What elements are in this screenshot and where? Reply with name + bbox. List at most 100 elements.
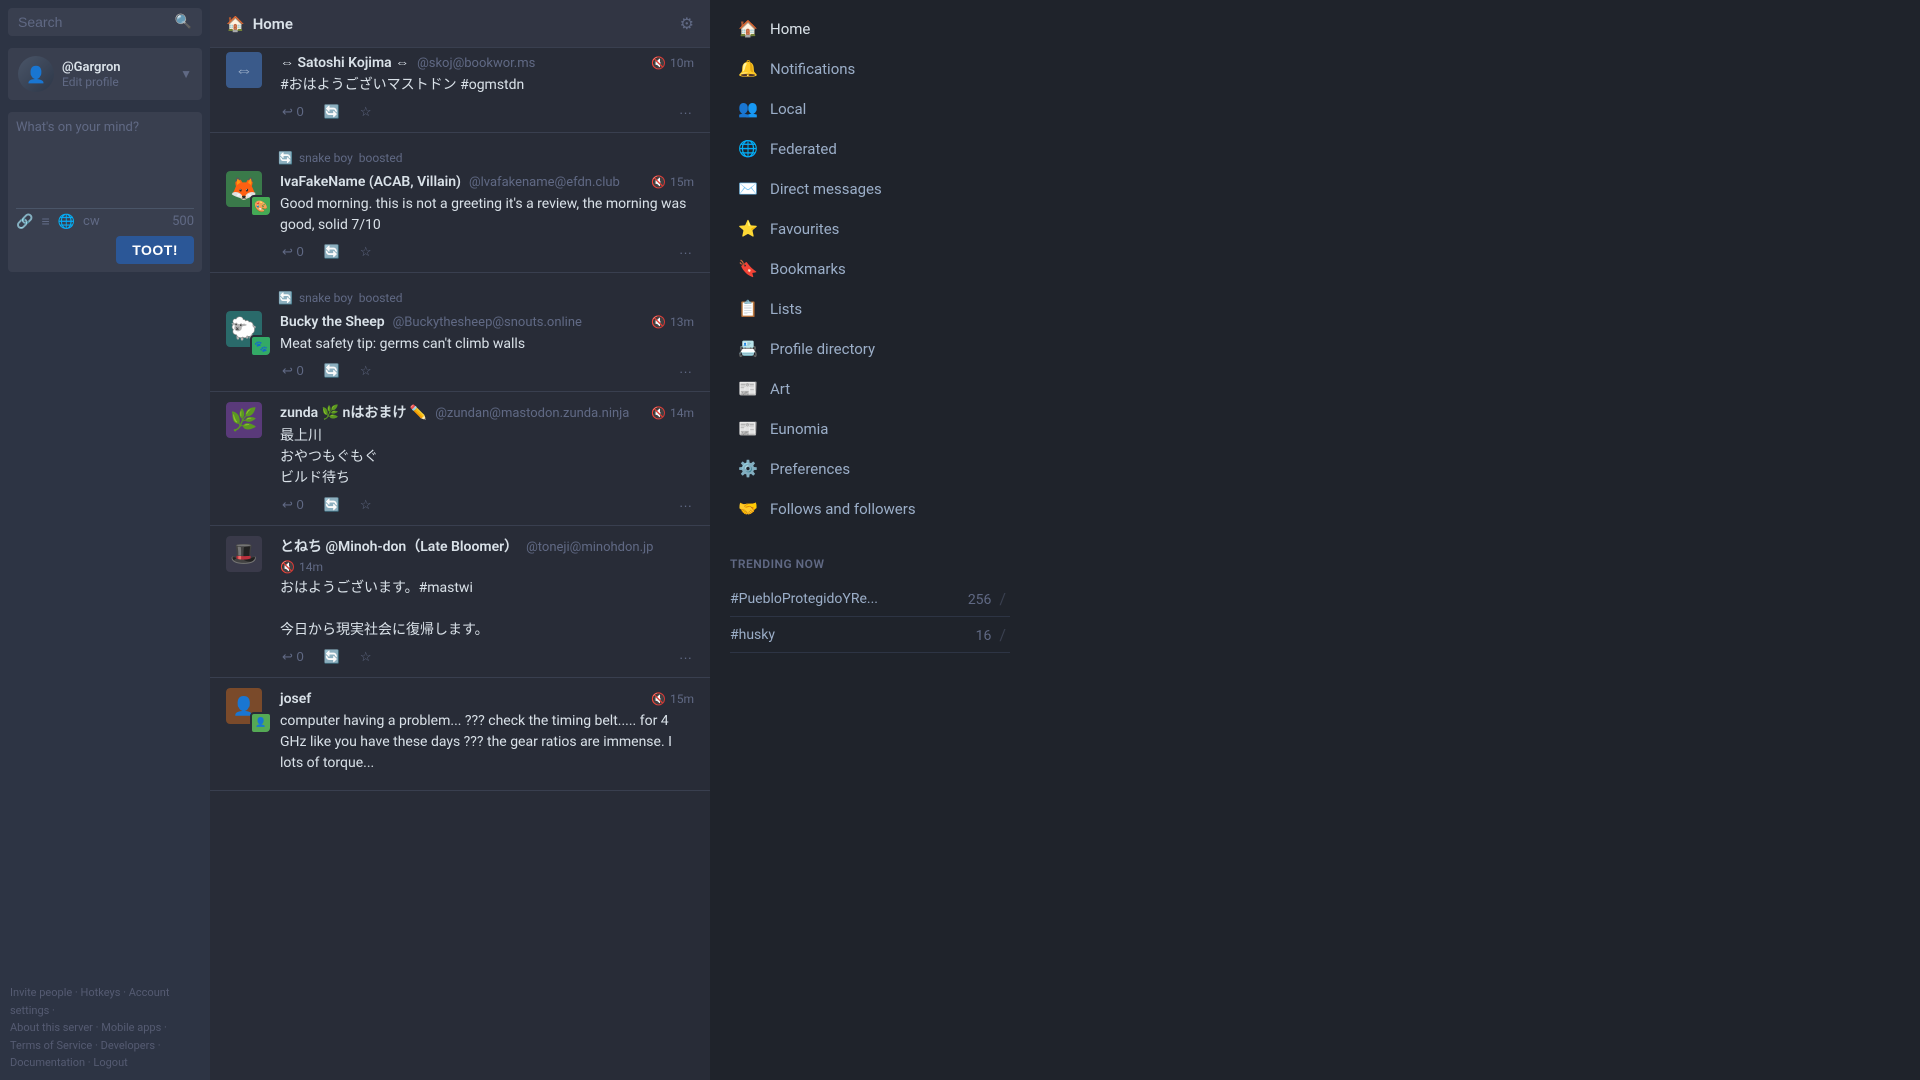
post-5-more[interactable]: ··· xyxy=(677,648,694,667)
post-3-boost[interactable]: 🔄 xyxy=(322,361,342,381)
nav-item-follows-followers[interactable]: 🤝 Follows and followers xyxy=(718,489,1022,528)
post-2-handle: @lvafakename@efdn.club xyxy=(469,175,620,190)
nav-eunomia-label: Eunomia xyxy=(770,420,828,438)
post-3-inner: 🐑 🐾 Bucky the Sheep @Buckythesheep@snout… xyxy=(226,311,694,381)
attachment-icon[interactable]: 🔗 xyxy=(16,214,33,230)
nav-item-profile-directory[interactable]: 📇 Profile directory xyxy=(718,329,1022,368)
avatar-image: 👤 xyxy=(18,56,54,92)
post-5-reply[interactable]: ↩ 0 xyxy=(280,647,306,667)
post-3-reply[interactable]: ↩ 0 xyxy=(280,361,306,381)
account-section[interactable]: 👤 @Gargron Edit profile ▼ xyxy=(8,48,202,100)
feed-header: 🏠 Home ⚙ xyxy=(210,0,710,48)
nav-item-favourites[interactable]: ⭐ Favourites xyxy=(718,209,1022,248)
post-3-boost-icon: 🔄 xyxy=(278,291,293,305)
post-5-fav[interactable]: ☆ xyxy=(358,647,374,667)
footer-hotkeys[interactable]: Hotkeys xyxy=(81,986,121,999)
post-1-fav[interactable]: ☆ xyxy=(358,102,374,122)
nav-item-eunomia[interactable]: 📰 Eunomia xyxy=(718,409,1022,448)
nav-item-federated[interactable]: 🌐 Federated xyxy=(718,129,1022,168)
post-6-author: josef xyxy=(280,688,311,707)
footer-invite[interactable]: Invite people xyxy=(10,986,72,999)
post-1-more[interactable]: ··· xyxy=(677,103,694,122)
feed-settings-icon[interactable]: ⚙ xyxy=(680,14,694,33)
search-bar[interactable]: 🔍 xyxy=(8,8,202,36)
post-1-author: ⇔ Satoshi Kojima ⇔ @skoj@bookwor.ms xyxy=(280,52,535,71)
post-6-avatar: 👤 👤 xyxy=(226,688,270,732)
post-1-actions: ↩ 0 🔄 ☆ ··· xyxy=(280,102,694,122)
compose-input[interactable] xyxy=(16,120,194,200)
footer-terms[interactable]: Terms of Service xyxy=(10,1039,92,1052)
nav-item-notifications[interactable]: 🔔 Notifications xyxy=(718,49,1022,88)
post-3-body: Meat safety tip: germs can't climb walls xyxy=(280,334,694,355)
trending-slash-1: / xyxy=(999,625,1006,644)
footer-devs[interactable]: Developers xyxy=(101,1039,155,1052)
trending-item-1[interactable]: #husky 16 / xyxy=(730,617,1010,653)
trending-count-0: 256 xyxy=(968,592,992,608)
nav-item-bookmarks[interactable]: 🔖 Bookmarks xyxy=(718,249,1022,288)
poll-icon[interactable]: ≡ xyxy=(41,213,49,230)
post-4-author-name: zunda 🌿 nはおまけ ✏️ xyxy=(280,405,427,421)
post-4: 🌿 zunda 🌿 nはおまけ ✏️ @zundan@mastodon.zund… xyxy=(210,392,710,526)
edit-profile-label[interactable]: Edit profile xyxy=(62,75,121,89)
post-5-avatar: 🎩 xyxy=(226,536,270,580)
nav-preferences-label: Preferences xyxy=(770,460,850,478)
post-5-time: 🔇 14m xyxy=(280,560,323,574)
post-2-actions: ↩ 0 🔄 ☆ ··· xyxy=(280,242,694,262)
feed-title: 🏠 Home xyxy=(226,15,293,33)
follows-icon: 🤝 xyxy=(738,499,758,518)
toot-button[interactable]: TOOT! xyxy=(116,236,194,264)
cw-button[interactable]: cw xyxy=(83,214,100,229)
list-icon: 📋 xyxy=(738,299,758,318)
post-4-boost[interactable]: 🔄 xyxy=(322,495,342,515)
nav-home-label: Home xyxy=(770,20,810,38)
post-3-more[interactable]: ··· xyxy=(677,362,694,381)
nav-item-art[interactable]: 📰 Art xyxy=(718,369,1022,408)
footer-docs[interactable]: Documentation xyxy=(10,1056,85,1069)
post-4-handle: @zundan@mastodon.zunda.ninja xyxy=(435,406,629,421)
nav-item-preferences[interactable]: ⚙️ Preferences xyxy=(718,449,1022,488)
post-6-header: josef 🔇 15m xyxy=(280,688,694,707)
post-6-inner: 👤 👤 josef 🔇 15m computer having a proble… xyxy=(226,688,694,780)
directory-icon: 📇 xyxy=(738,339,758,358)
nav-local-label: Local xyxy=(770,100,806,118)
post-4-more[interactable]: ··· xyxy=(677,496,694,515)
visibility-icon[interactable]: 🌐 xyxy=(58,214,75,230)
post-1-boost[interactable]: 🔄 xyxy=(322,102,342,122)
feed-scroll[interactable]: ⇔ ⇔ Satoshi Kojima ⇔ @skoj@bookwor.ms 🔇 … xyxy=(210,48,710,1080)
nav-item-direct-messages[interactable]: ✉️ Direct messages xyxy=(718,169,1022,208)
post-1-inner: ⇔ ⇔ Satoshi Kojima ⇔ @skoj@bookwor.ms 🔇 … xyxy=(226,52,694,122)
post-3-author: Bucky the Sheep @Buckythesheep@snouts.on… xyxy=(280,311,582,330)
post-4-reply[interactable]: ↩ 0 xyxy=(280,495,306,515)
post-1-body: #おはようございマストドン #ogmstdn xyxy=(280,75,694,96)
nav-item-lists[interactable]: 📋 Lists xyxy=(718,289,1022,328)
nav-item-local[interactable]: 👥 Local xyxy=(718,89,1022,128)
post-4-fav[interactable]: ☆ xyxy=(358,495,374,515)
post-2-boost[interactable]: 🔄 xyxy=(322,242,342,262)
bell-icon: 🔔 xyxy=(738,59,758,78)
post-4-body: 最上川おやつもぐもぐビルド待ち xyxy=(280,426,694,489)
post-3-fav[interactable]: ☆ xyxy=(358,361,374,381)
post-6-content: josef 🔇 15m computer having a problem...… xyxy=(280,688,694,780)
post-2-avatar: 🦊 🎨 xyxy=(226,171,270,215)
post-6-time-label: 15m xyxy=(670,692,694,706)
post-3-actions: ↩ 0 🔄 ☆ ··· xyxy=(280,361,694,381)
trending-item-0[interactable]: #PuebloProtegidoYRe... 256 / xyxy=(730,581,1010,617)
chevron-down-icon: ▼ xyxy=(180,67,192,81)
footer-about[interactable]: About this server xyxy=(10,1021,93,1034)
post-1-reply[interactable]: ↩ 0 xyxy=(280,102,306,122)
post-2-fav[interactable]: ☆ xyxy=(358,242,374,262)
search-input[interactable] xyxy=(18,14,167,30)
footer-mobile[interactable]: Mobile apps xyxy=(101,1021,161,1034)
art-icon: 📰 xyxy=(738,379,758,398)
char-count: 500 xyxy=(172,214,194,229)
nav-item-home[interactable]: 🏠 Home xyxy=(718,9,1022,48)
post-5-author: とねち @Minoh-don（Late Bloomer） @toneji@min… xyxy=(280,536,653,556)
trending-slash-0: / xyxy=(999,589,1006,608)
post-6: 👤 👤 josef 🔇 15m computer having a proble… xyxy=(210,678,710,791)
post-2: 🔄 snake boy boosted 🦊 🎨 IvaFakeName (ACA… xyxy=(210,133,710,273)
post-2-more[interactable]: ··· xyxy=(677,243,694,262)
footer-logout[interactable]: Logout xyxy=(93,1056,127,1069)
post-5-boost[interactable]: 🔄 xyxy=(322,647,342,667)
home-icon: 🏠 xyxy=(738,19,758,38)
post-2-reply[interactable]: ↩ 0 xyxy=(280,242,306,262)
